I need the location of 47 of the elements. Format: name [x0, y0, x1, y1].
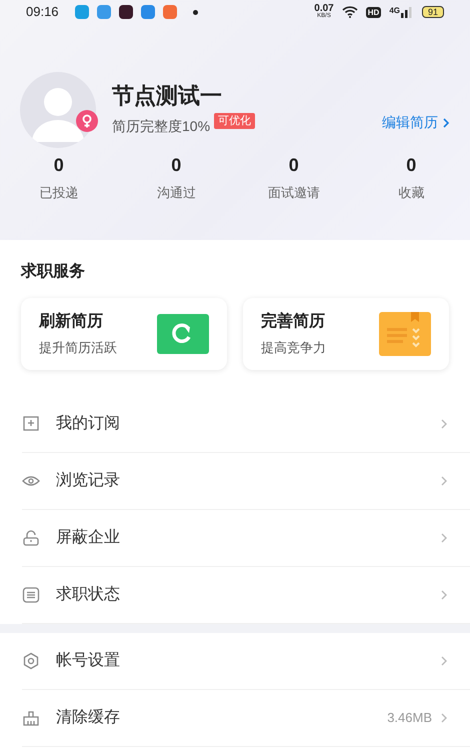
chevron-icon: [442, 118, 450, 128]
card-title: 完善简历: [261, 310, 326, 332]
menu-label: 屏蔽企业: [56, 528, 121, 548]
signal-icon: [400, 6, 414, 18]
network-speed: 0.07: [314, 5, 334, 14]
lock-icon: [22, 529, 40, 547]
status-time: 09:16: [26, 3, 59, 22]
card-subtitle: 提升简历活跃: [39, 339, 118, 358]
menu-label: 清除缓存: [56, 708, 121, 728]
chevron-icon: [440, 589, 448, 601]
chevron-icon: [440, 475, 448, 487]
menu-label: 帐号设置: [56, 650, 121, 671]
section-title: 求职服务: [21, 262, 86, 282]
menu-item[interactable]: 我的订阅: [0, 396, 470, 453]
menu-label: 浏览记录: [56, 470, 121, 491]
edit-resume-link[interactable]: 编辑简历: [382, 112, 450, 132]
menu-item[interactable]: 屏蔽企业: [0, 510, 470, 567]
menu-label: 我的订阅: [56, 414, 121, 434]
completeness-text: 简历完整度10%: [112, 117, 210, 136]
gear-icon: [22, 652, 40, 670]
menu-label: 求职状态: [56, 584, 121, 605]
service-card[interactable]: 刷新简历 提升简历活跃: [21, 298, 227, 370]
wifi-icon: [342, 6, 358, 18]
stat-item[interactable]: 0 已投递: [0, 152, 118, 202]
notification-dot-icon: [192, 10, 198, 14]
chevron-icon: [440, 655, 448, 667]
optimize-tag: 可优化: [214, 113, 256, 130]
stat-item[interactable]: 0 收藏: [352, 152, 470, 202]
menu-item[interactable]: 清除缓存 3.46MB: [0, 690, 470, 747]
card-title: 刷新简历: [39, 311, 104, 332]
stat-item[interactable]: 0 沟通过: [118, 152, 235, 202]
user-name: 节点测试一: [112, 82, 223, 110]
service-card[interactable]: 完善简历 提高竞争力: [243, 298, 449, 370]
refresh-icon: [157, 314, 209, 354]
chevron-icon: [440, 532, 448, 544]
cache-size: 3.46MB: [387, 709, 432, 728]
stat-item[interactable]: 0 面试邀请: [235, 152, 352, 202]
menu-item[interactable]: 帐号设置: [0, 633, 470, 690]
hd-badge: HD: [366, 6, 382, 18]
list-icon: [22, 586, 40, 604]
chevron-icon: [440, 712, 448, 724]
card-subtitle: 提高竞争力: [261, 339, 327, 358]
chevron-icon: [440, 418, 448, 430]
menu-item[interactable]: 浏览记录: [0, 453, 470, 510]
network-type: 4G: [389, 5, 400, 17]
battery-icon: 91: [422, 6, 444, 18]
document-icon: [379, 312, 431, 356]
